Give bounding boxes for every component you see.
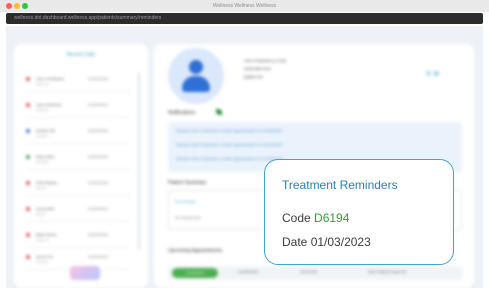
app-logo: [70, 266, 100, 280]
search-icon[interactable]: ⚲: [426, 71, 431, 78]
reminder-date: Date 01/03/2023: [282, 235, 371, 249]
list-item-date: 01/03/2023: [88, 102, 109, 107]
list-item-name: Jane Ambrose: [36, 102, 62, 107]
notification-item[interactable]: Remind John Chambers of their appointmen…: [176, 142, 282, 147]
list-item-name: Robert Hill: [36, 128, 55, 133]
sidebar-title: Recent Calls: [66, 52, 96, 58]
list-item-date: 01/03/2023: [88, 76, 109, 81]
notifications-title: Notifications: [168, 110, 196, 116]
header-actions: ⚲ ⚙: [426, 70, 439, 78]
appointment-time: 09:00 AM: [300, 269, 317, 274]
list-item[interactable]: Mary Allen Reminder 01/03/2023: [26, 148, 130, 170]
status-dot: [26, 181, 30, 185]
list-item-date: 01/03/2023: [88, 128, 109, 133]
treatment-reminder-card[interactable]: Treatment Reminders Code D6194 Date 01/0…: [264, 159, 454, 265]
sidebar-scrollbar[interactable]: [138, 72, 140, 250]
list-item-sub: Follow up: [36, 82, 49, 86]
list-item-sub: Checkup: [36, 134, 48, 138]
list-item-name: Laura Bell: [36, 206, 55, 211]
status-badge: Confirmed: [172, 268, 218, 278]
list-item[interactable]: Laura Bell Missed 01/03/2023: [26, 200, 130, 222]
list-item-name: Mark Stone: [36, 232, 57, 237]
leaf-icon: [216, 109, 222, 115]
summary-line: Root Recall: [175, 199, 196, 204]
list-item[interactable]: Robert Hill Checkup 01/03/2023: [26, 122, 130, 144]
code-value: D6194: [314, 211, 350, 225]
list-item-sub: Missed: [36, 186, 46, 190]
list-item[interactable]: Paul Adams Missed 01/03/2023: [26, 174, 130, 196]
list-item-date: 01/03/2023: [88, 180, 109, 185]
list-item-date: 01/03/2023: [88, 254, 109, 259]
window-title: Wellness Wellness Wellness: [212, 3, 277, 9]
recent-calls-sidebar: Recent Calls John Chambers Follow up 01/…: [14, 44, 148, 288]
appointment-date: 01/03/2023: [238, 269, 259, 274]
patient-name: John Chambers (J-104): [244, 58, 287, 63]
status-dot: [26, 77, 30, 81]
appointments-title: Upcoming Appointments: [168, 248, 223, 254]
date-label: Date: [282, 235, 308, 249]
avatar: [168, 48, 224, 104]
list-item-date: 01/03/2023: [88, 206, 109, 211]
list-item-date: 01/03/2023: [88, 232, 109, 237]
address-bar[interactable]: wellness.dot.dashboard.wellness.app/pati…: [6, 13, 483, 24]
notification-item[interactable]: Remind John Chambers of their appointmen…: [176, 156, 282, 161]
summary-line: No Recall Due: [175, 215, 201, 220]
patient-email: jc@pt.com: [244, 74, 263, 79]
list-item-sub: Missed: [36, 212, 46, 216]
list-item-name: Mary Allen: [36, 154, 55, 159]
list-item-sub: Follow up: [36, 238, 49, 242]
status-dot: [26, 233, 30, 237]
status-dot: [26, 103, 30, 107]
list-item-sub: Call back: [36, 108, 49, 112]
status-dot: [26, 129, 30, 133]
title-bar: Wellness Wellness Wellness: [0, 0, 489, 12]
reminder-code: Code D6194: [282, 211, 349, 225]
status-dot: [26, 155, 30, 159]
date-value: 01/03/2023: [310, 235, 371, 249]
list-item-name: John Chambers: [36, 76, 65, 81]
list-item[interactable]: Jane Ambrose Call back 01/03/2023: [26, 96, 130, 118]
appointment-row[interactable]: Confirmed 01/03/2023 09:00 AM New Patien…: [168, 266, 462, 280]
patient-phone: (415) 555-0101: [244, 66, 272, 71]
code-label: Code: [282, 211, 311, 225]
avatar-body-icon: [182, 76, 210, 92]
appointment-type: New Patient Exam 60: [368, 269, 407, 274]
status-dot: [26, 207, 30, 211]
list-item-sub: Call back: [36, 260, 49, 264]
list-item-name: Anna Fox: [36, 254, 54, 259]
settings-icon[interactable]: ⚙: [433, 71, 439, 78]
patient-summary-title: Patient Summary: [168, 180, 207, 186]
list-item-date: 01/03/2023: [88, 154, 109, 159]
avatar-head-icon: [189, 60, 203, 74]
status-dot: [26, 255, 30, 259]
list-item-sub: Reminder: [36, 160, 50, 164]
list-item[interactable]: Mark Stone Follow up 01/03/2023: [26, 226, 130, 248]
list-item-name: Paul Adams: [36, 180, 58, 185]
list-item[interactable]: John Chambers Follow up 01/03/2023: [26, 70, 130, 92]
notification-item[interactable]: Remind John Chambers of their appointmen…: [176, 128, 282, 133]
card-title: Treatment Reminders: [282, 178, 398, 192]
